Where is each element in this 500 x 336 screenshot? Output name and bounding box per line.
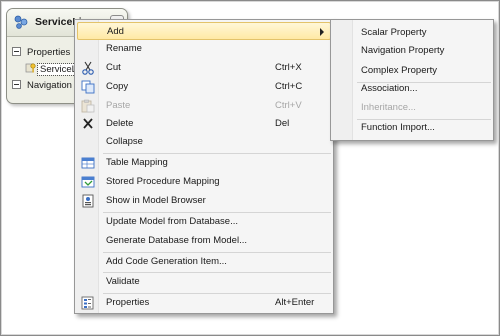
menu-item-label: Table Mapping — [106, 157, 168, 168]
menu-item-label: Copy — [106, 81, 129, 92]
properties-section-header[interactable]: Properties — [12, 46, 71, 59]
scissors-icon — [82, 61, 94, 75]
submenu-item-label: Scalar Property — [361, 27, 427, 38]
add-submenu: Scalar Property Navigation Property Comp… — [330, 19, 494, 141]
submenu-item-label: Inheritance... — [361, 102, 416, 113]
menu-item-delete[interactable]: Delete Del — [77, 115, 331, 133]
menu-item-validate[interactable]: Validate — [77, 273, 331, 291]
menu-item-copy[interactable]: Copy Ctrl+C — [77, 78, 331, 96]
collapse-minus-icon[interactable] — [12, 46, 21, 56]
menu-item-add-code-generation-item[interactable]: Add Code Generation Item... — [77, 253, 331, 271]
table-mapping-icon — [81, 157, 95, 169]
menu-item-paste[interactable]: Paste Ctrl+V — [77, 97, 331, 115]
menu-item-shortcut: Del — [275, 118, 290, 129]
submenu-item-complex-property[interactable]: Complex Property — [333, 62, 491, 80]
menu-item-label: Collapse — [106, 136, 143, 147]
submenu-item-function-import[interactable]: Function Import... — [333, 119, 491, 137]
navigation-section-label: Navigation P — [27, 80, 81, 91]
submenu-item-association[interactable]: Association... — [333, 80, 491, 98]
model-browser-icon — [82, 194, 94, 208]
menu-item-shortcut: Ctrl+V — [275, 100, 302, 111]
menu-item-label: Generate Database from Model... — [106, 235, 247, 246]
menu-item-rename[interactable]: Rename — [77, 40, 331, 58]
menu-item-label: Update Model from Database... — [106, 216, 239, 227]
menu-item-label: Properties — [106, 297, 150, 308]
submenu-item-label: Navigation Property — [361, 45, 445, 56]
menu-item-label: Show in Model Browser — [106, 195, 206, 206]
entity-type-icon — [14, 15, 28, 29]
menu-item-label: Add — [107, 26, 124, 37]
menu-item-stored-procedure-mapping[interactable]: Stored Procedure Mapping — [77, 173, 331, 191]
menu-item-label: Paste — [106, 100, 131, 111]
menu-item-shortcut: Ctrl+X — [275, 62, 302, 73]
properties-section-label: Properties — [27, 47, 71, 58]
paste-icon — [81, 99, 95, 113]
submenu-item-label: Function Import... — [361, 122, 435, 133]
properties-icon — [81, 296, 94, 310]
collapse-minus-icon[interactable] — [12, 79, 21, 89]
menu-item-shortcut: Alt+Enter — [275, 297, 315, 308]
property-row[interactable]: ServiceLi — [25, 62, 83, 76]
menu-item-label: Delete — [106, 118, 134, 129]
submenu-arrow-icon — [320, 28, 324, 36]
menu-item-label: Rename — [106, 43, 142, 54]
menu-item-table-mapping[interactable]: Table Mapping — [77, 154, 331, 172]
submenu-item-scalar-property[interactable]: Scalar Property — [333, 24, 491, 42]
menu-item-label: Add Code Generation Item... — [106, 256, 227, 267]
delete-x-icon — [83, 118, 93, 129]
menu-item-update-model-from-database[interactable]: Update Model from Database... — [77, 213, 331, 231]
menu-item-show-in-model-browser[interactable]: Show in Model Browser — [77, 192, 331, 210]
copy-icon — [81, 80, 95, 94]
menu-item-cut[interactable]: Cut Ctrl+X — [77, 59, 331, 77]
submenu-item-label: Association... — [361, 83, 418, 94]
stored-procedure-mapping-icon — [81, 176, 95, 188]
menu-item-label: Validate — [106, 276, 140, 287]
key-property-icon — [25, 63, 36, 73]
menu-item-shortcut: Ctrl+C — [275, 81, 303, 92]
navigation-section-header[interactable]: Navigation P — [12, 79, 81, 92]
menu-item-generate-database-from-model[interactable]: Generate Database from Model... — [77, 232, 331, 250]
context-menu: Add Rename Cut Ctrl+X Copy Ctrl+C Paste … — [74, 19, 334, 314]
menu-item-properties[interactable]: Properties Alt+Enter — [77, 294, 331, 312]
menu-item-add[interactable]: Add — [77, 22, 331, 40]
submenu-item-label: Complex Property — [361, 65, 438, 76]
menu-item-label: Stored Procedure Mapping — [106, 176, 220, 187]
menu-item-label: Cut — [106, 62, 121, 73]
submenu-item-inheritance[interactable]: Inheritance... — [333, 99, 491, 117]
menu-item-collapse[interactable]: Collapse — [77, 133, 331, 151]
submenu-item-navigation-property[interactable]: Navigation Property — [333, 42, 491, 60]
